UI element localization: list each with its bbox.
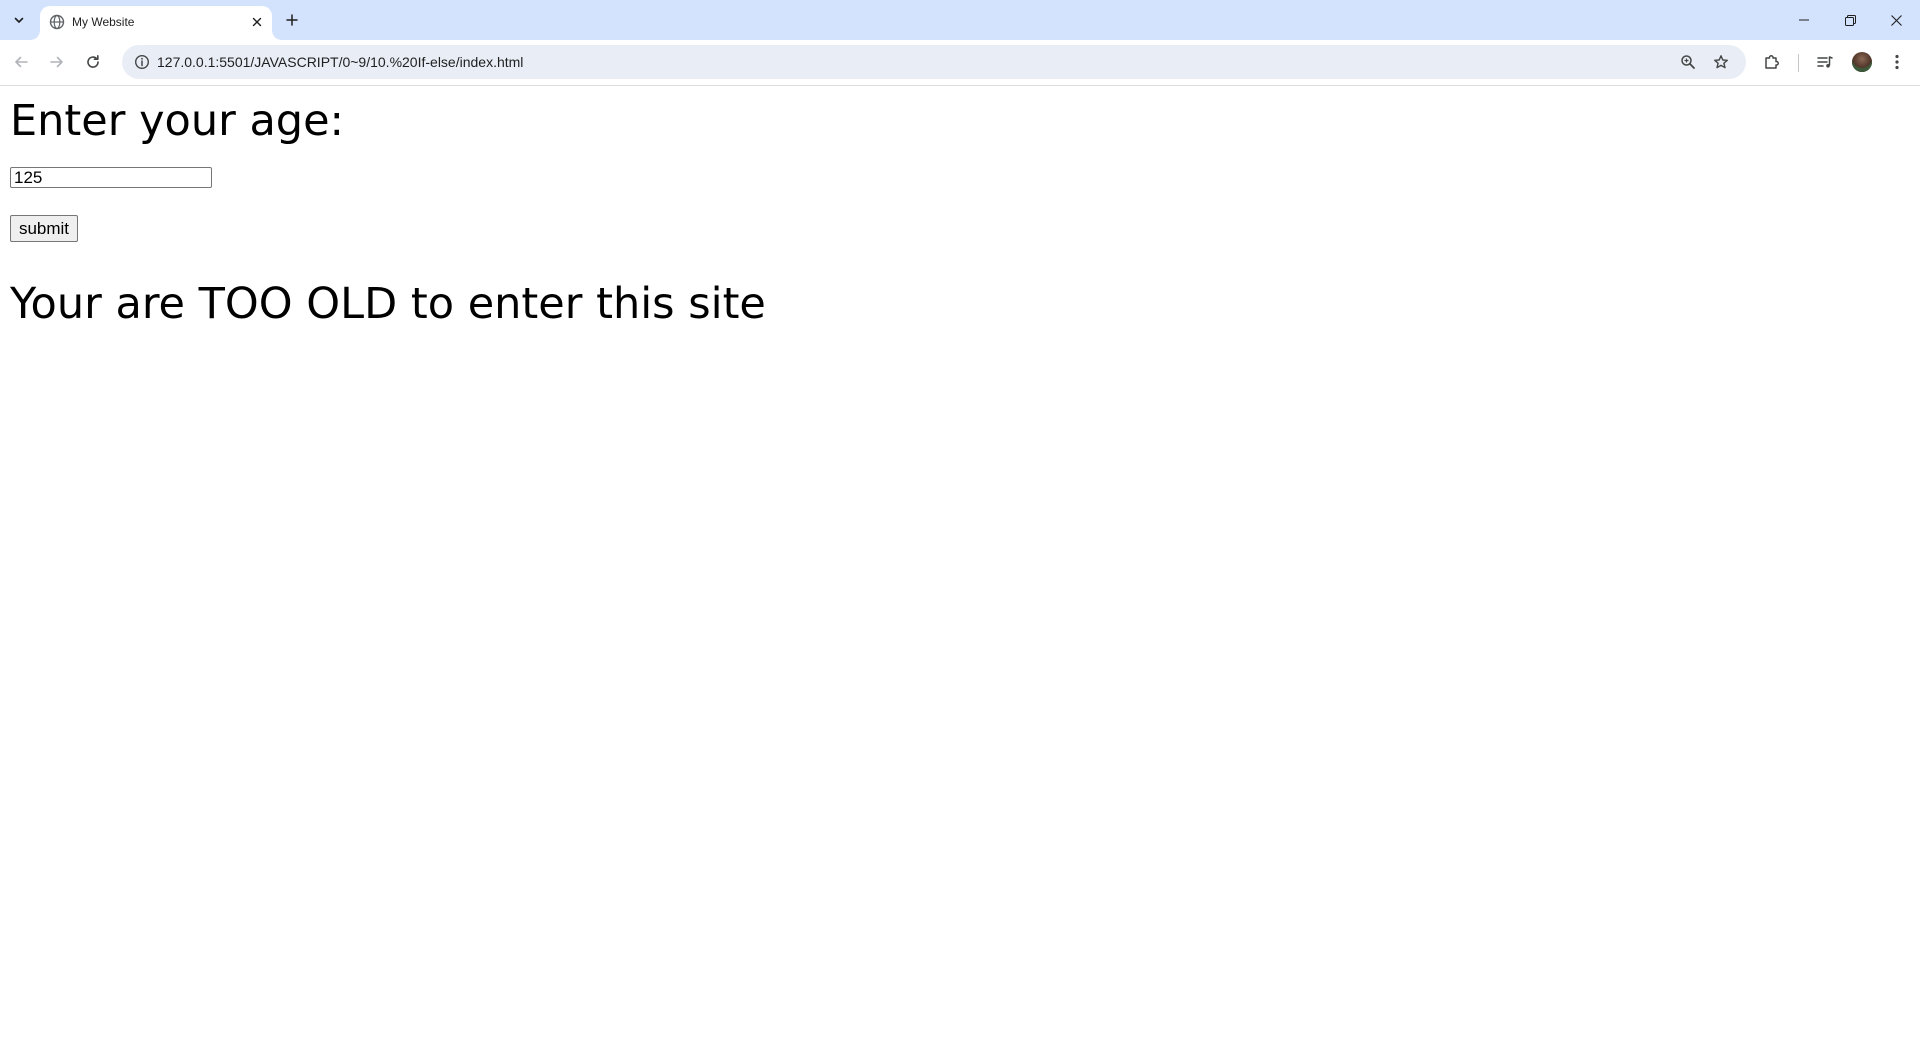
toolbar-separator bbox=[1798, 54, 1799, 72]
url-text: 127.0.0.1:5501/JAVASCRIPT/0~9/10.%20If-e… bbox=[157, 54, 524, 70]
chevron-down-icon bbox=[14, 17, 24, 23]
address-bar[interactable]: 127.0.0.1:5501/JAVASCRIPT/0~9/10.%20If-e… bbox=[122, 45, 1746, 79]
tab-strip: My Website bbox=[0, 0, 1920, 40]
tab-search-button[interactable] bbox=[7, 8, 31, 32]
result-message: Your are TOO OLD to enter this site bbox=[10, 279, 766, 329]
close-icon bbox=[252, 17, 262, 27]
browser-tab[interactable]: My Website bbox=[30, 6, 282, 40]
extensions-button[interactable] bbox=[1757, 47, 1787, 77]
menu-icon bbox=[1895, 54, 1899, 70]
restore-icon bbox=[1844, 14, 1856, 26]
submit-button[interactable]: submit bbox=[10, 215, 78, 242]
minimize-button[interactable] bbox=[1781, 0, 1827, 40]
reload-icon bbox=[87, 55, 99, 68]
forward-icon bbox=[50, 56, 63, 68]
minimize-icon bbox=[1799, 19, 1809, 21]
globe-icon bbox=[49, 14, 65, 30]
plus-icon bbox=[286, 14, 298, 26]
back-button[interactable] bbox=[6, 47, 36, 77]
tab-title: My Website bbox=[72, 15, 135, 29]
zoom-icon bbox=[1681, 55, 1695, 69]
reload-button[interactable] bbox=[78, 47, 108, 77]
media-controls-button[interactable] bbox=[1810, 47, 1840, 77]
browser-toolbar: 127.0.0.1:5501/JAVASCRIPT/0~9/10.%20If-e… bbox=[0, 40, 1920, 86]
avatar[interactable] bbox=[1852, 52, 1872, 72]
back-icon bbox=[15, 56, 28, 68]
tab-close-button[interactable] bbox=[248, 13, 266, 31]
forward-button[interactable] bbox=[42, 47, 72, 77]
media-controls-icon bbox=[1817, 56, 1833, 68]
restore-button[interactable] bbox=[1827, 0, 1873, 40]
site-info-button[interactable] bbox=[130, 50, 154, 74]
site-info-icon bbox=[134, 54, 150, 70]
age-input[interactable] bbox=[10, 167, 212, 188]
new-tab-button[interactable] bbox=[280, 8, 304, 32]
bookmark-star-icon bbox=[1714, 55, 1728, 69]
close-icon bbox=[1890, 14, 1902, 26]
bookmark-button[interactable] bbox=[1709, 50, 1733, 74]
window-close-button[interactable] bbox=[1873, 0, 1919, 40]
zoom-button[interactable] bbox=[1676, 50, 1700, 74]
menu-button[interactable] bbox=[1882, 47, 1912, 77]
page-title: Enter your age: bbox=[10, 96, 345, 146]
page-content: Enter your age: submit Your are TOO OLD … bbox=[0, 86, 1920, 1040]
extensions-icon bbox=[1765, 55, 1779, 69]
